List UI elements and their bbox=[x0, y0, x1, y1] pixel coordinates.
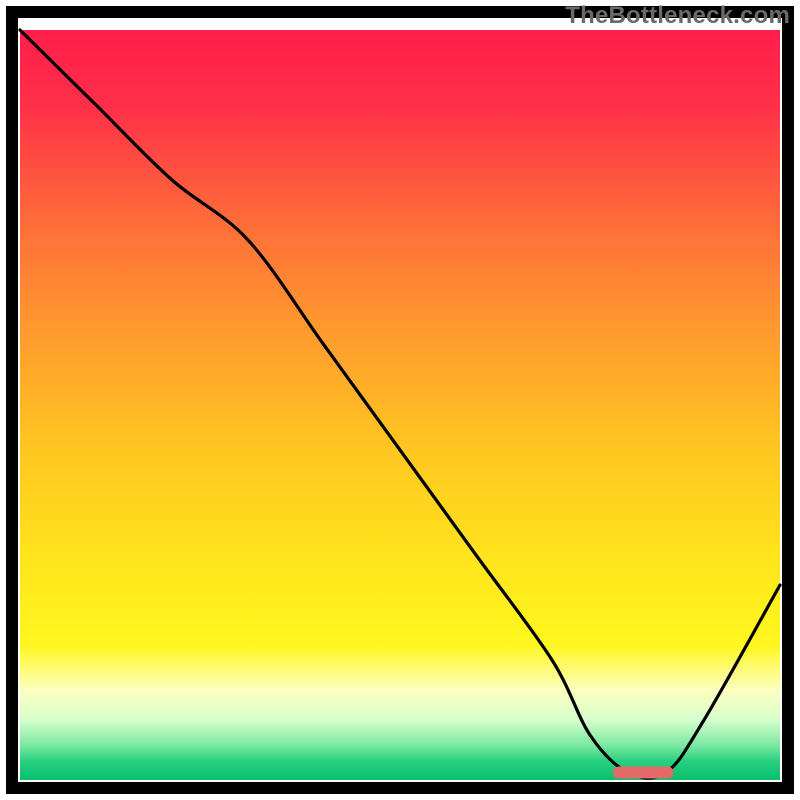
sweet-spot-marker bbox=[613, 767, 674, 779]
chart-svg bbox=[0, 0, 800, 800]
watermark-label: TheBottleneck.com bbox=[565, 2, 790, 30]
chart-container: TheBottleneck.com bbox=[0, 0, 800, 800]
